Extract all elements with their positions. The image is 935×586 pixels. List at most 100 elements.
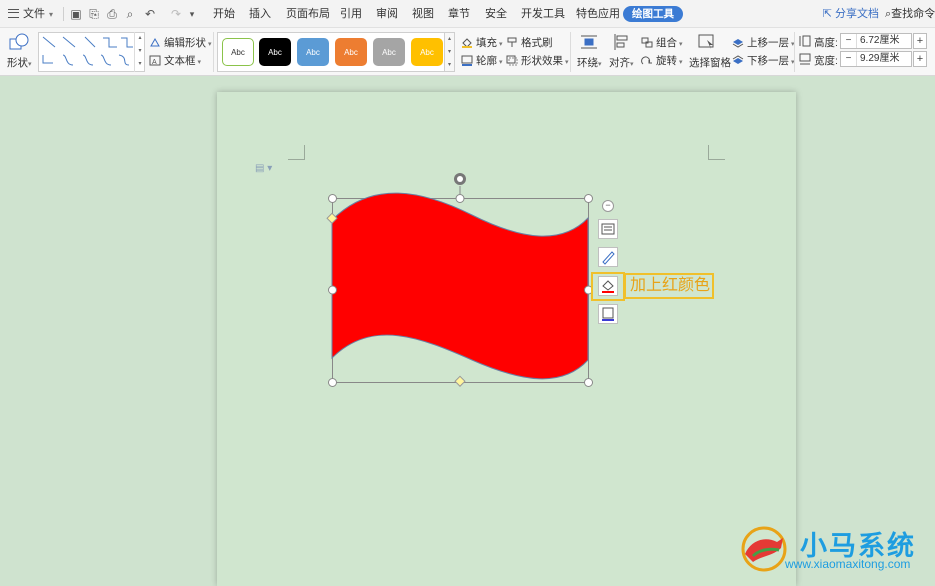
redo-icon[interactable]: ↷ bbox=[168, 0, 184, 28]
layout-options-icon[interactable] bbox=[598, 219, 618, 239]
format-painter-button[interactable]: 格式刷 bbox=[506, 35, 553, 51]
style-swatch[interactable]: Abc bbox=[222, 38, 254, 66]
rotate-icon bbox=[641, 55, 653, 66]
shape-gallery[interactable] bbox=[38, 32, 145, 72]
paste-options-icon[interactable]: ▤ ▾ bbox=[255, 163, 272, 174]
textbox-icon: A bbox=[149, 55, 161, 66]
rotate-handle-center bbox=[457, 176, 463, 182]
textbox-button[interactable]: A 文本框 ▾ bbox=[149, 53, 201, 69]
style-swatch[interactable]: Abc bbox=[411, 38, 443, 66]
shapes-label: 形状 bbox=[7, 57, 28, 69]
wrap-icon[interactable] bbox=[580, 33, 598, 51]
customize-icon[interactable]: ▾ bbox=[184, 0, 200, 28]
edit-shape-button[interactable]: 编辑形状 ▾ bbox=[149, 35, 212, 51]
style-gallery-scroll[interactable]: ▴ ▾ ▾ bbox=[445, 32, 455, 72]
divider bbox=[570, 32, 571, 72]
tab-chapter[interactable]: 章节 bbox=[448, 0, 470, 28]
print-icon[interactable]: ⎙ bbox=[104, 0, 120, 28]
margin-corner-mark bbox=[288, 145, 305, 160]
adjust-handle[interactable] bbox=[454, 375, 466, 387]
tab-drawing-tools[interactable]: 绘图工具 bbox=[623, 6, 683, 22]
send-backward-icon bbox=[732, 55, 744, 66]
resize-handle[interactable] bbox=[328, 378, 337, 387]
style-swatch[interactable]: Abc bbox=[335, 38, 367, 66]
resize-handle[interactable] bbox=[328, 194, 337, 203]
align-button[interactable]: 对齐▾ bbox=[609, 55, 634, 70]
tab-page-layout[interactable]: 页面布局 bbox=[286, 0, 330, 28]
height-decrement-button[interactable]: − bbox=[841, 34, 857, 48]
search-command-button[interactable]: ⌕查找命令 bbox=[885, 0, 935, 28]
send-backward-button[interactable]: 下移一层 ▾ bbox=[732, 53, 795, 69]
resize-handle[interactable] bbox=[584, 194, 593, 203]
style-swatch[interactable]: Abc bbox=[297, 38, 329, 66]
pen-icon[interactable] bbox=[598, 247, 618, 267]
send-backward-label: 下移一层 bbox=[747, 55, 789, 67]
bring-forward-icon bbox=[732, 37, 744, 48]
align-label: 对齐 bbox=[609, 57, 630, 69]
width-field[interactable]: −9.29厘米 bbox=[840, 51, 912, 67]
tab-security[interactable]: 安全 bbox=[485, 0, 507, 28]
tab-review[interactable]: 审阅 bbox=[376, 0, 398, 28]
divider bbox=[794, 32, 795, 72]
edit-shape-label: 编辑形状 bbox=[164, 37, 206, 49]
selection-pane-icon[interactable] bbox=[697, 33, 717, 51]
tab-references[interactable]: 引用 bbox=[340, 0, 362, 28]
shape-style-gallery[interactable]: Abc Abc Abc Abc Abc Abc bbox=[217, 32, 445, 72]
selection-pane-button[interactable]: 选择窗格 bbox=[689, 55, 731, 70]
file-menu-button[interactable]: 文件 ▾ bbox=[8, 0, 53, 28]
outline-label: 轮廓 bbox=[476, 55, 497, 67]
output-icon[interactable]: ⎘ bbox=[86, 0, 102, 28]
menu-bar: 文件 ▾ ▣ ⎘ ⎙ ⌕ ↶ ↷ ▾ 开始 插入 页面布局 引用 审阅 视图 章节… bbox=[0, 0, 935, 28]
outline-button[interactable]: 轮廓 ▾ bbox=[461, 53, 503, 69]
collapse-icon[interactable]: − bbox=[602, 200, 614, 212]
resize-handle[interactable] bbox=[328, 285, 337, 295]
fill-bucket-icon bbox=[461, 37, 473, 48]
shape-effects-label: 形状效果 bbox=[521, 55, 563, 67]
width-value[interactable]: 9.29厘米 bbox=[857, 52, 899, 66]
resize-handle[interactable] bbox=[584, 378, 593, 387]
wave-shape-fill[interactable] bbox=[331, 192, 589, 380]
width-label: 宽度: bbox=[814, 55, 838, 67]
height-field[interactable]: −6.72厘米 bbox=[840, 33, 912, 49]
share-button[interactable]: ⇱ 分享文档 bbox=[823, 0, 879, 28]
group-icon bbox=[641, 37, 653, 48]
divider bbox=[63, 7, 64, 21]
outline-color-icon[interactable] bbox=[598, 304, 618, 324]
shapes-icon[interactable] bbox=[9, 33, 31, 51]
tab-developer[interactable]: 开发工具 bbox=[521, 0, 565, 28]
tab-home[interactable]: 开始 bbox=[213, 0, 235, 28]
width-decrement-button[interactable]: − bbox=[841, 52, 857, 66]
shape-effects-button[interactable]: 形状效果 ▾ bbox=[506, 53, 569, 69]
outline-icon bbox=[461, 55, 473, 66]
tab-insert[interactable]: 插入 bbox=[249, 0, 271, 28]
fill-button[interactable]: 填充 ▾ bbox=[461, 35, 503, 51]
shape-gallery-scroll[interactable]: ▴ ▾ ▾ bbox=[134, 32, 145, 72]
style-swatch[interactable]: Abc bbox=[373, 38, 405, 66]
tab-view[interactable]: 视图 bbox=[412, 0, 434, 28]
connector-shapes-icon bbox=[42, 36, 133, 66]
shapes-button[interactable]: 形状▾ bbox=[7, 55, 32, 70]
group-button[interactable]: 组合 ▾ bbox=[641, 35, 683, 51]
group-label: 组合 bbox=[656, 37, 677, 49]
format-painter-label: 格式刷 bbox=[521, 37, 553, 49]
resize-handle[interactable] bbox=[455, 194, 465, 203]
height-label: 高度: bbox=[814, 37, 838, 49]
divider bbox=[213, 32, 214, 72]
wave-shape[interactable] bbox=[322, 170, 602, 395]
height-increment-button[interactable]: + bbox=[913, 33, 927, 49]
rotate-button[interactable]: 旋转 ▾ bbox=[641, 53, 683, 69]
textbox-label: 文本框 bbox=[164, 55, 196, 67]
print-preview-icon[interactable]: ⌕ bbox=[122, 0, 138, 28]
save-icon[interactable]: ▣ bbox=[68, 0, 84, 28]
align-icon[interactable] bbox=[612, 33, 630, 51]
undo-icon[interactable]: ↶ bbox=[142, 0, 158, 28]
height-value[interactable]: 6.72厘米 bbox=[857, 34, 899, 48]
style-swatch[interactable]: Abc bbox=[259, 38, 291, 66]
rotate-label: 旋转 bbox=[656, 55, 677, 67]
width-increment-button[interactable]: + bbox=[913, 51, 927, 67]
wrap-button[interactable]: 环绕▾ bbox=[577, 55, 602, 70]
tab-special[interactable]: 特色应用 bbox=[576, 0, 620, 28]
format-painter-icon bbox=[506, 37, 518, 48]
chevron-down-icon: ▾ bbox=[49, 10, 54, 19]
bring-forward-button[interactable]: 上移一层 ▾ bbox=[732, 35, 795, 51]
